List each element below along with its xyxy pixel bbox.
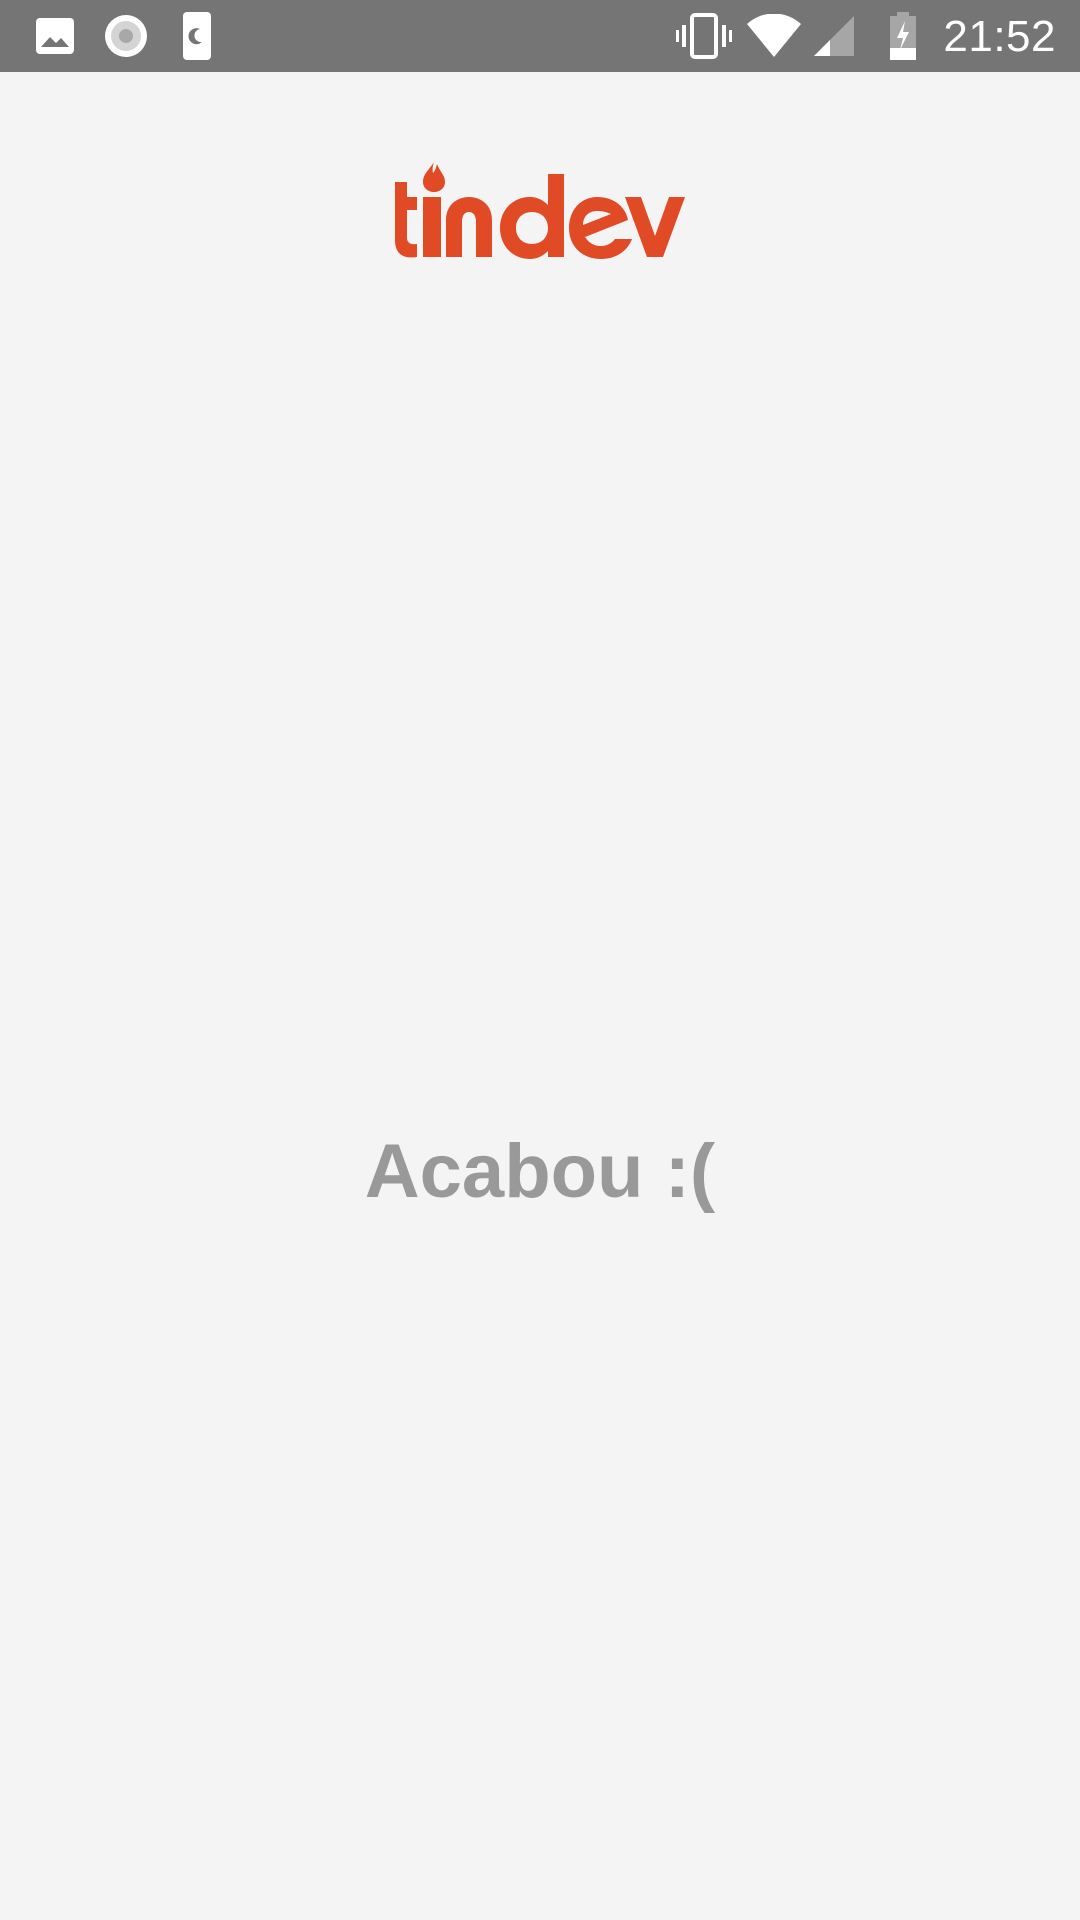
battery-charging-icon (888, 0, 918, 72)
vibrate-icon (676, 0, 732, 72)
status-bar: 21:52 (0, 0, 1080, 72)
record-icon (104, 0, 148, 72)
status-time: 21:52 (943, 12, 1056, 61)
image-icon (34, 0, 76, 72)
empty-state-message: Acabou :( (364, 1129, 716, 1214)
do-not-disturb-icon (182, 0, 212, 72)
wifi-icon (746, 0, 802, 72)
tindev-logo (393, 160, 687, 266)
cell-signal-icon (812, 0, 856, 72)
